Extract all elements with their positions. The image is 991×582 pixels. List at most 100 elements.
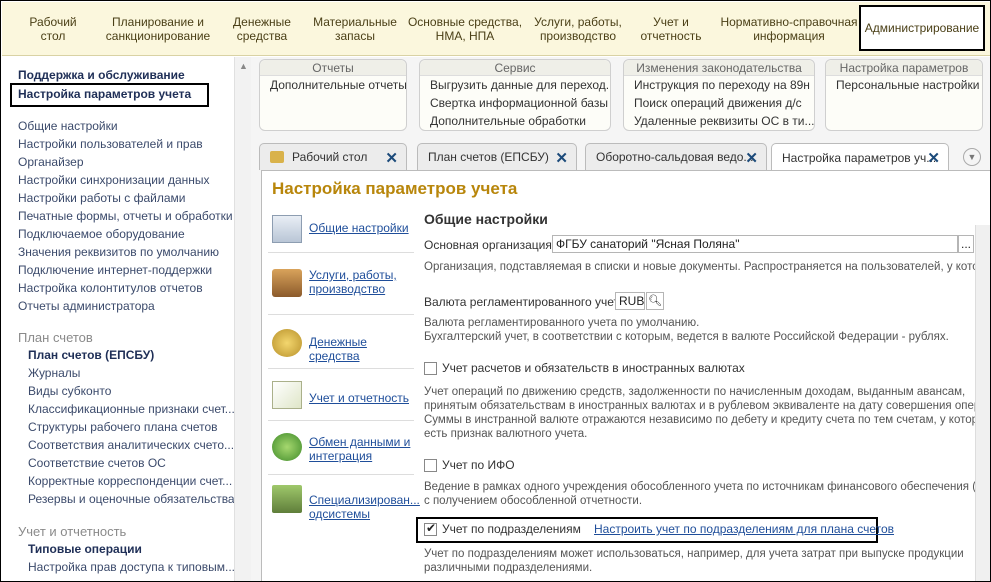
content-scrollbar[interactable] (975, 225, 990, 581)
sidebar-item[interactable]: Структуры рабочего плана счетов (28, 420, 218, 434)
fx-description: Суммы в инстранной валюте отражаются нез… (424, 414, 991, 426)
sidebar-item[interactable]: Журналы (28, 366, 80, 380)
app-window: Рабочий стол Планирование и санкциониров… (0, 0, 991, 582)
tabs-dropdown-icon[interactable]: ▼ (963, 148, 981, 166)
fx-checkbox[interactable] (424, 362, 437, 375)
toolbox-icon (272, 269, 302, 297)
close-icon[interactable]: ✕ (745, 149, 758, 167)
sidebar-item[interactable]: Резервы и оценочные обязательства (28, 492, 234, 506)
sidebar-item[interactable]: Настройки работы с файлами (18, 191, 185, 205)
topnav-materials[interactable]: Материальные запасы (307, 2, 403, 56)
department-label[interactable]: Учет по подразделениям (442, 522, 581, 536)
nav-money[interactable]: Денежные средства (268, 315, 414, 369)
sidebar-section-chart-of-accounts: План счетов (18, 330, 93, 345)
sidebar-support[interactable]: Поддержка и обслуживание (18, 68, 185, 82)
org-label: Основная организация: (424, 238, 556, 252)
settings-form: Настройка параметров учета Общие настрой… (261, 170, 991, 581)
nav-subsystems[interactable]: Специализирован... одсистемы (268, 475, 420, 535)
sidebar-item[interactable]: Типовые операции (28, 542, 142, 556)
topnav-accounting[interactable]: Учет и отчетность (636, 2, 706, 56)
panel-reports: Отчеты Дополнительные отчеты (259, 59, 407, 131)
sync-icon (272, 433, 302, 461)
ifo-label[interactable]: Учет по ИФО (442, 458, 515, 472)
nav-label[interactable]: Услуги, работы, производство (309, 268, 397, 296)
panel-service: Сервис Выгрузить данные для переход... С… (419, 59, 611, 131)
panel-item[interactable]: Инструкция по переходу на 89н (624, 76, 814, 94)
sidebar-item[interactable]: Виды субконто (28, 384, 111, 398)
panel-item[interactable]: Персональные настройки (826, 76, 982, 94)
panel-item[interactable]: Дополнительные обработки (420, 112, 610, 130)
topnav-administration[interactable]: Администрирование (859, 5, 985, 51)
close-icon[interactable]: ✕ (385, 149, 398, 167)
fx-description: есть признак валютного учета. (424, 428, 588, 440)
sidebar-item[interactable]: Настройки синхронизации данных (18, 173, 210, 187)
fx-label[interactable]: Учет расчетов и обязательств в иностранн… (442, 361, 745, 375)
topnav-planning[interactable]: Планирование и санкционирование (102, 2, 214, 56)
tab-turnover[interactable]: Оборотно-сальдовая ведо... ✕ (585, 143, 767, 170)
topnav-desktop[interactable]: Рабочий стол (12, 2, 94, 56)
sidebar-item[interactable]: План счетов (ЕПСБУ) (28, 348, 154, 362)
department-description: Учет по подразделениям может использоват… (424, 548, 964, 560)
building-icon (272, 215, 302, 243)
sidebar-item[interactable]: Классификационные признаки счет... (28, 402, 234, 416)
sidebar-item[interactable]: Подключение интернет-поддержки (18, 263, 212, 277)
search-icon[interactable]: 🔍︎ (646, 292, 664, 310)
nav-label[interactable]: Общие настройки (309, 221, 409, 235)
currency-field[interactable]: RUB (615, 292, 645, 310)
section-heading: Общие настройки (424, 211, 548, 227)
topnav-money[interactable]: Денежные средства (224, 2, 300, 56)
nav-label[interactable]: Учет и отчетность (309, 391, 409, 405)
close-icon[interactable]: ✕ (927, 149, 940, 167)
panel-title: Отчеты (260, 60, 406, 76)
panel-item[interactable]: Дополнительные отчеты (260, 76, 406, 94)
sidebar-item[interactable]: Органайзер (18, 155, 84, 169)
close-icon[interactable]: ✕ (555, 149, 568, 167)
nav-label[interactable]: Обмен данными и интеграция (309, 435, 410, 463)
department-description: различными подразделениями. (424, 562, 593, 574)
department-checkbox[interactable] (424, 521, 437, 536)
document-icon (272, 381, 302, 409)
sidebar-scrollbar[interactable]: ▲ (234, 57, 251, 581)
sidebar-item[interactable]: Общие настройки (18, 119, 118, 133)
sidebar-item[interactable]: Корректные корреспонденции счет... (28, 474, 232, 488)
sidebar: Поддержка и обслуживание Настройка парам… (2, 57, 234, 581)
tab-label: Рабочий стол (292, 150, 368, 164)
panel-item[interactable]: Свертка информационной базы (420, 94, 610, 112)
tab-desktop[interactable]: Рабочий стол ✕ (259, 143, 407, 170)
subsystems-icon (272, 485, 302, 513)
nav-label[interactable]: Специализирован... одсистемы (309, 493, 420, 521)
sidebar-item[interactable]: Подключаемое оборудование (18, 227, 185, 241)
org-field[interactable]: ФГБУ санаторий "Ясная Поляна" (552, 235, 958, 253)
nav-label[interactable]: Денежные средства (309, 335, 414, 363)
panel-item[interactable]: Удаленные реквизиты ОС в ти... (624, 112, 814, 130)
sidebar-section-reporting: Учет и отчетность (18, 524, 127, 539)
tab-accounting-params[interactable]: Настройка параметров уч... ✕ (771, 143, 949, 171)
org-select-button[interactable]: ... (958, 235, 974, 253)
sidebar-item[interactable]: Настройка прав доступа к типовым... (28, 560, 234, 574)
topnav-reference[interactable]: Нормативно-справочная информация (720, 2, 858, 56)
ifo-checkbox[interactable] (424, 459, 437, 472)
sidebar-item[interactable]: Отчеты администратора (18, 299, 155, 313)
sidebar-item[interactable]: Соответствие счетов ОС (28, 456, 166, 470)
panel-legislation: Изменения законодательства Инструкция по… (623, 59, 815, 131)
panel-item[interactable]: Выгрузить данные для переход... (420, 76, 610, 94)
sidebar-item[interactable]: Соответствия аналитических счето... (28, 438, 234, 452)
ifo-description: Ведение в рамках одного учреждения обосо… (424, 481, 991, 493)
nav-exchange[interactable]: Обмен данными и интеграция (268, 421, 414, 475)
topnav-services[interactable]: Услуги, работы, производство (529, 2, 627, 56)
scroll-up-icon[interactable]: ▲ (239, 61, 248, 71)
department-settings-link[interactable]: Настроить учет по подразделениям для пла… (594, 522, 894, 536)
tab-chart-of-accounts[interactable]: План счетов (ЕПСБУ) ✕ (417, 143, 577, 170)
fx-description: Учет операций по движению средств, задол… (424, 386, 966, 398)
sidebar-item[interactable]: Настройка колонтитулов отчетов (18, 281, 203, 295)
panel-item[interactable]: Поиск операций движения д/с (624, 94, 814, 112)
sidebar-item[interactable]: Настройки пользователей и прав (18, 137, 203, 151)
sidebar-item[interactable]: Значения реквизитов по умолчанию (18, 245, 219, 259)
nav-services[interactable]: Услуги, работы, производство (268, 253, 414, 315)
nav-general[interactable]: Общие настройки (268, 209, 414, 253)
topnav-fixed-assets[interactable]: Основные средства, НМА, НПА (406, 2, 524, 56)
sidebar-item[interactable]: Печатные формы, отчеты и обработки (18, 209, 233, 223)
nav-reporting[interactable]: Учет и отчетность (268, 369, 414, 421)
currency-label: Валюта регламентированного учета: (424, 295, 629, 309)
org-description: Организация, подставляемая в списки и но… (424, 261, 991, 273)
